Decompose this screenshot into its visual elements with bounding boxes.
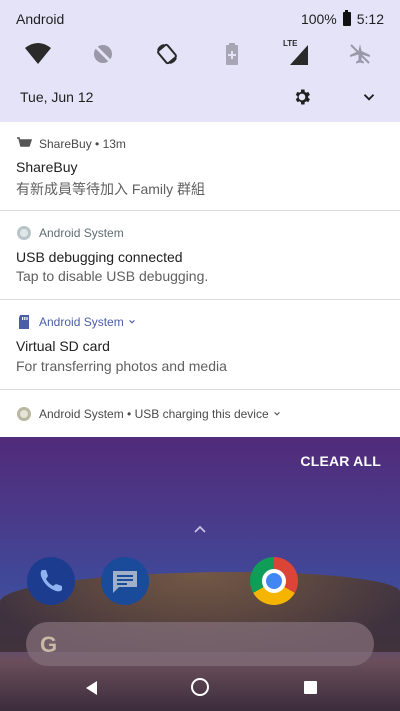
wifi-icon [25, 43, 51, 64]
notification-usb-debugging[interactable]: Android System USB debugging connected T… [0, 211, 400, 300]
wifi-tile[interactable] [22, 38, 54, 70]
sd-card-icon [19, 315, 29, 329]
notification-text: Tap to disable USB debugging. [16, 268, 209, 284]
status-right: 100% 5:12 [300, 10, 384, 27]
airplane-mode-icon [350, 44, 370, 64]
battery-saver-icon [226, 43, 238, 65]
recents-button[interactable] [304, 681, 317, 694]
shopping-cart-icon [17, 137, 32, 147]
phone-icon [40, 570, 62, 592]
notification-header: Android System [16, 314, 136, 330]
messages-app-icon[interactable] [101, 557, 149, 605]
notification-title: Virtual SD card [16, 338, 110, 354]
header-separator: • [91, 137, 103, 151]
chrome-icon-center [262, 569, 286, 593]
chrome-app-icon[interactable] [250, 557, 298, 605]
auto-rotate-icon [157, 43, 177, 65]
navigation-bar [0, 666, 400, 711]
home-button[interactable] [191, 678, 209, 696]
notification-app-name: Android System [39, 407, 124, 421]
android-system-icon [17, 226, 31, 240]
notification-virtual-sd-card[interactable]: Android System Virtual SD card For trans… [0, 300, 400, 390]
date-row: Tue, Jun 12 [0, 86, 400, 110]
android-system-icon [17, 407, 31, 421]
notification-text: 有新成員等待加入 Family 群組 [16, 181, 205, 197]
notification-subtext: USB charging this device [134, 407, 269, 421]
notification-app-name: Android System [39, 226, 124, 240]
carrier-label: Android [16, 11, 65, 27]
message-icon [113, 571, 137, 593]
quick-settings-panel: Android 100% 5:12 LTE Tue, Jun 12 [0, 0, 400, 122]
expand-chevron-icon[interactable] [273, 410, 281, 418]
mobile-data-tile[interactable]: LTE [280, 38, 312, 70]
expand-chevron-icon[interactable] [128, 318, 136, 326]
lte-label: LTE [283, 39, 298, 48]
battery-icon [342, 10, 351, 26]
airplane-mode-tile[interactable] [344, 38, 376, 70]
notification-usb-charging[interactable]: Android System • USB charging this devic… [0, 390, 400, 437]
notification-header: Android System [16, 225, 124, 241]
notification-app-name: Android System [39, 315, 124, 329]
notification-app-name: ShareBuy [39, 137, 92, 151]
notification-title: ShareBuy [16, 159, 78, 175]
notification-sharebuy[interactable]: ShareBuy • 13m ShareBuy 有新成員等待加入 Family … [0, 122, 400, 211]
sync-off-icon [93, 44, 113, 64]
google-search-bar[interactable]: G [26, 622, 374, 666]
clock: 5:12 [356, 11, 384, 27]
battery-saver-tile[interactable] [216, 38, 248, 70]
back-button[interactable] [84, 680, 98, 696]
notification-header: ShareBuy • 13m [16, 136, 126, 152]
clear-all-button[interactable]: CLEAR ALL [300, 453, 381, 469]
notification-header: Android System • USB charging this devic… [16, 406, 281, 422]
auto-rotate-tile[interactable] [151, 38, 183, 70]
notification-text: For transferring photos and media [16, 358, 227, 374]
chevron-down-icon[interactable] [360, 88, 378, 106]
date-label: Tue, Jun 12 [20, 89, 94, 105]
header-separator: • [123, 407, 135, 421]
chrome-icon-inner [266, 573, 282, 589]
google-logo: G [40, 632, 58, 657]
phone-app-icon[interactable] [27, 557, 75, 605]
sync-tile[interactable] [87, 38, 119, 70]
battery-percent: 100% [300, 11, 337, 27]
app-drawer-chevron-icon[interactable] [193, 524, 207, 534]
notification-time: 13m [102, 137, 126, 151]
notification-title: USB debugging connected [16, 249, 183, 265]
gear-icon[interactable] [292, 87, 312, 107]
